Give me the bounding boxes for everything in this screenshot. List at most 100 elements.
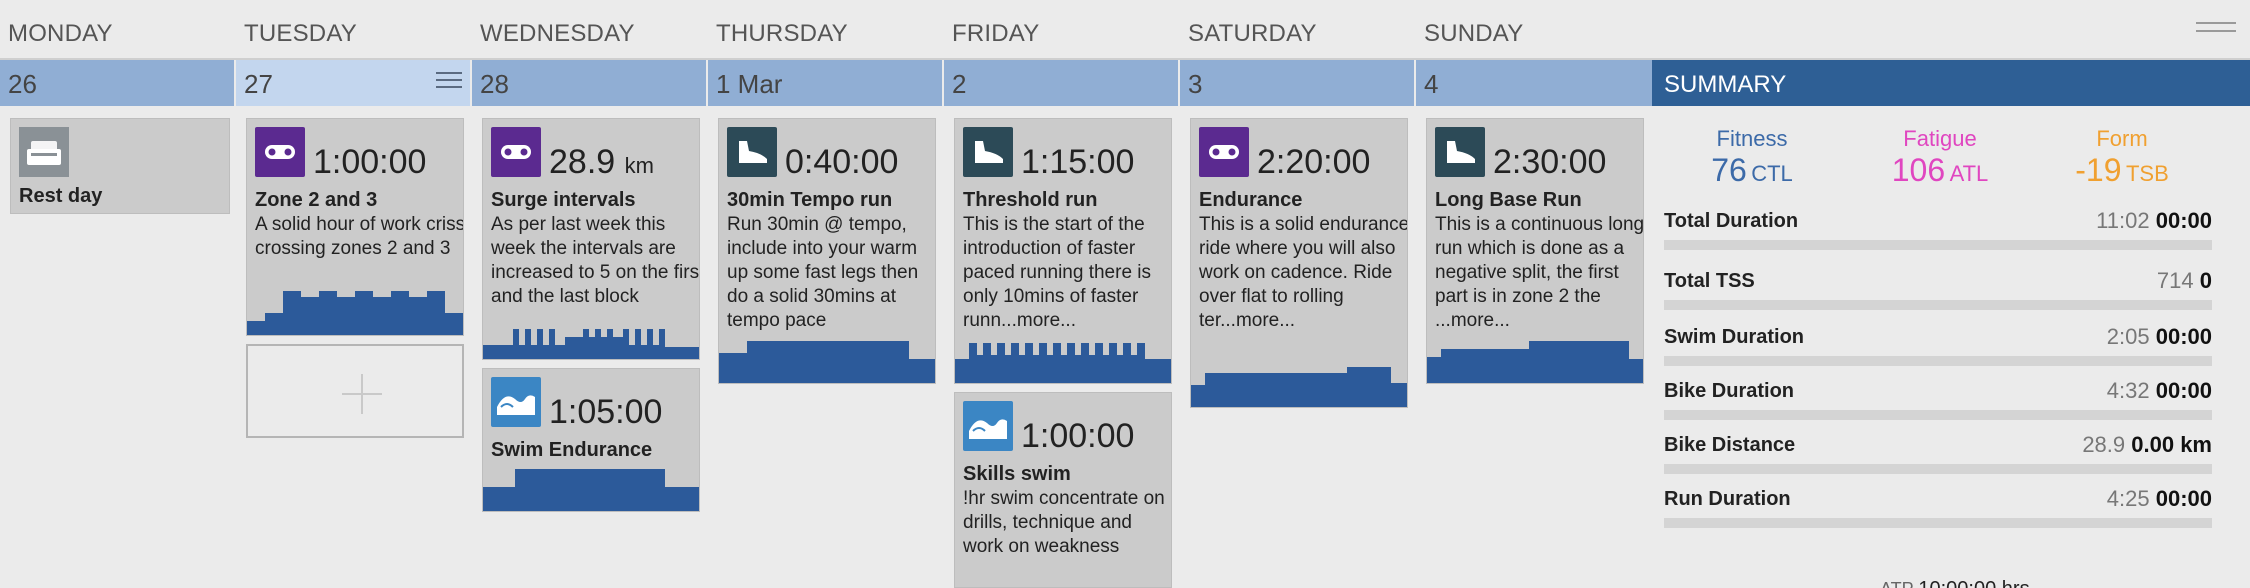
planned-value: 714	[2156, 268, 2194, 293]
date-cell-tuesday[interactable]: 27	[236, 60, 472, 106]
swim-icon	[963, 401, 1013, 451]
hamburger-menu-icon[interactable]	[2196, 22, 2236, 44]
workout-description: This is a solid endurance ride where you…	[1199, 214, 1408, 331]
summary-label: Swim Duration	[1664, 326, 1805, 348]
workout-duration: 0:40:00	[785, 143, 899, 181]
form-value: -19	[2075, 152, 2122, 188]
actual-value: 00:00	[2155, 324, 2212, 349]
workout-description: A solid hour of work criss crossing zone…	[255, 214, 464, 259]
workout-card[interactable]: 28.9 km Surge intervals As per last week…	[482, 118, 700, 360]
workout-card[interactable]: 0:40:00 30min Tempo run Run 30min @ temp…	[718, 118, 936, 384]
swim-icon	[491, 377, 541, 427]
actual-value: 0	[2199, 268, 2212, 293]
date-cell-friday[interactable]: 2	[944, 60, 1180, 106]
actual-value: 0.00 km	[2131, 432, 2212, 457]
planned-value: 4:25	[2106, 486, 2150, 511]
workout-title: Skills swim	[963, 463, 1071, 485]
workout-card[interactable]: 2:20:00 Endurance This is a solid endura…	[1190, 118, 1408, 408]
day-name-thursday: THURSDAY	[716, 20, 848, 47]
bike-icon	[255, 127, 305, 177]
summary-values: 2:05 00:00	[2107, 324, 2212, 350]
divider	[1178, 60, 1180, 106]
rest-day-card[interactable]: Rest day	[10, 118, 230, 214]
summary-label: Total TSS	[1664, 270, 1755, 292]
progress-bar	[1664, 518, 2212, 528]
fatigue-label: Fatigue	[1903, 126, 1977, 151]
bike-icon	[1199, 127, 1249, 177]
fatigue-metric: Fatigue 106 ATL	[1850, 126, 2030, 189]
summary-values: 4:32 00:00	[2107, 378, 2212, 404]
workout-card[interactable]: 1:15:00 Threshold run This is the start …	[954, 118, 1172, 384]
form-metric: Form -19 TSB	[2032, 126, 2212, 189]
intensity-chart	[483, 469, 699, 511]
workout-card[interactable]: 1:00:00 Zone 2 and 3 A solid hour of wor…	[246, 118, 464, 336]
add-workout-button[interactable]	[246, 344, 464, 438]
workout-title: 30min Tempo run	[727, 189, 893, 211]
workout-duration: 1:00:00	[313, 143, 426, 182]
workout-title: Endurance	[1199, 189, 1303, 211]
form-label: Form	[2096, 126, 2148, 151]
fitness-value: 76	[1711, 152, 1747, 188]
divider	[470, 60, 472, 106]
fatigue-value-row: 106 ATL	[1850, 152, 2030, 189]
workout-title: Long Base Run	[1435, 189, 1582, 211]
planned-value: 11:02	[2096, 208, 2150, 233]
workout-description: This is the start of the introduction of…	[963, 214, 1152, 331]
workout-duration: 2:20:00	[1257, 143, 1371, 181]
intensity-chart	[719, 341, 935, 383]
summary-header: SUMMARY	[1652, 60, 2250, 106]
fatigue-unit: ATL	[1949, 161, 1989, 186]
workout-duration: 2:30:00	[1493, 143, 1607, 181]
actual-value: 00:00	[2155, 208, 2212, 233]
summary-label: Run Duration	[1664, 488, 1791, 510]
workout-title: Swim Endurance	[491, 439, 653, 461]
summary-label: Bike Duration	[1664, 380, 1795, 402]
workout-title: Rest day	[19, 185, 103, 207]
date-label: 27	[244, 69, 273, 99]
summary-values: 714 0	[2157, 268, 2212, 294]
distance-unit: km	[624, 153, 654, 178]
run-shoe-icon	[963, 127, 1013, 177]
day-name-friday: FRIDAY	[952, 20, 1040, 47]
day-name-saturday: SATURDAY	[1188, 20, 1317, 47]
workout-card[interactable]: 2:30:00 Long Base Run This is a continuo…	[1426, 118, 1644, 384]
divider	[706, 60, 708, 106]
training-calendar-week: MONDAY TUESDAY WEDNESDAY THURSDAY FRIDAY…	[0, 0, 2250, 588]
workout-description: As per last week this week the intervals…	[491, 214, 700, 307]
atp-label: ATP	[1880, 579, 1913, 588]
distance-value: 28.9	[549, 143, 616, 181]
intensity-chart	[1191, 367, 1407, 407]
intensity-chart	[955, 343, 1171, 383]
bike-icon	[491, 127, 541, 177]
progress-bar	[1664, 464, 2212, 474]
run-shoe-icon	[1435, 127, 1485, 177]
fitness-label: Fitness	[1716, 126, 1788, 151]
summary-label: Bike Distance	[1664, 434, 1796, 456]
date-cell-sunday[interactable]: 4	[1416, 60, 1652, 106]
plus-icon	[342, 374, 382, 414]
workout-title: Threshold run	[963, 189, 1098, 211]
date-cell-saturday[interactable]: 3	[1180, 60, 1416, 106]
intensity-chart	[1427, 341, 1643, 383]
intensity-chart	[247, 291, 463, 335]
day-name-tuesday: TUESDAY	[244, 20, 357, 47]
summary-values: 4:25 00:00	[2107, 486, 2212, 512]
form-value-row: -19 TSB	[2032, 152, 2212, 189]
atp-readout: ATP 10:00:00 hrs	[1880, 578, 2030, 588]
planned-value: 2:05	[2106, 324, 2150, 349]
weekday-header: MONDAY TUESDAY WEDNESDAY THURSDAY FRIDAY…	[0, 0, 2250, 60]
date-cell-wednesday[interactable]: 28	[472, 60, 708, 106]
day-name-sunday: SUNDAY	[1424, 20, 1524, 47]
progress-bar	[1664, 356, 2212, 366]
list-menu-icon[interactable]	[436, 72, 462, 93]
date-cell-thursday[interactable]: 1 Mar	[708, 60, 944, 106]
workout-card[interactable]: 1:05:00 Swim Endurance	[482, 368, 700, 512]
date-cell-monday[interactable]: 26	[0, 60, 236, 106]
summary-values: 28.9 0.00 km	[2082, 432, 2212, 458]
divider	[1414, 60, 1416, 106]
workout-duration: 1:00:00	[1021, 417, 1135, 455]
actual-value: 00:00	[2155, 486, 2212, 511]
progress-bar	[1664, 240, 2212, 250]
workout-card[interactable]: 1:00:00 Skills swim !hr swim concentrate…	[954, 392, 1172, 588]
workout-title: Surge intervals	[491, 189, 636, 211]
